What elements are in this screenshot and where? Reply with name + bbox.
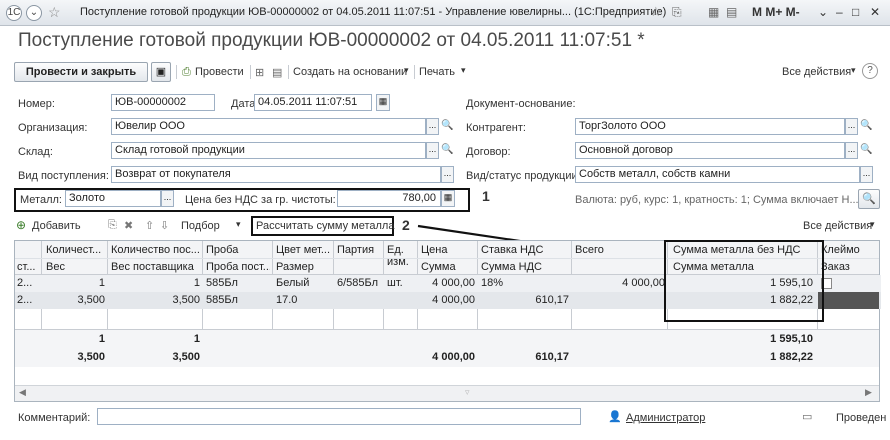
posted-icon: ▭ (802, 411, 813, 423)
cell-qty: 1 (98, 277, 105, 289)
scroll-right-icon[interactable]: ▶ (865, 387, 872, 398)
comment-field[interactable] (97, 408, 581, 425)
cell-weight-supplier: 3,500 (172, 294, 200, 306)
author-link[interactable]: Администратор (626, 412, 705, 424)
status-text: Проведен (836, 412, 887, 424)
highlight-box-3 (664, 240, 824, 322)
total-metal-sum: 1 882,22 (770, 351, 813, 363)
comment-label: Комментарий: (18, 412, 91, 424)
col-header[interactable]: Всего (575, 244, 665, 256)
col-header[interactable]: изм. (387, 256, 416, 268)
total-qty: 1 (98, 333, 105, 345)
col-header[interactable]: Сумма (421, 261, 476, 273)
cell-sum: 4 000,00 (432, 294, 475, 306)
cell-size: 17.0 (276, 294, 298, 306)
row-number: 2... (17, 277, 33, 289)
cell-qty-supplier: 1 (193, 277, 200, 289)
scroll-thumb-icon[interactable]: ▿ (465, 387, 470, 398)
horizontal-scrollbar[interactable]: ◀ ▿ ▶ (15, 385, 879, 401)
col-header[interactable]: ст... (17, 261, 39, 273)
cell-probe-supplier: 585Бл (206, 294, 238, 306)
total-sum: 4 000,00 (432, 351, 475, 363)
col-header[interactable]: Заказ (821, 261, 877, 273)
col-header[interactable]: Цвет мет... (276, 244, 332, 256)
col-header[interactable]: Сумма НДС (481, 261, 569, 273)
col-header[interactable]: Количество пос... (111, 244, 201, 256)
col-header[interactable]: Ед. (387, 244, 416, 256)
col-header[interactable]: Вес поставщика (111, 261, 201, 273)
cell-unit: шт. (387, 277, 403, 289)
total-weight-supplier: 3,500 (172, 351, 200, 363)
total-metal-sum-no-vat: 1 595,10 (770, 333, 813, 345)
col-header[interactable]: Количест... (46, 244, 106, 256)
order-cell[interactable] (818, 292, 879, 309)
col-header[interactable]: Проба пост... (206, 261, 270, 273)
cell-vat-rate: 18% (481, 277, 504, 289)
col-header[interactable]: Цена (421, 244, 476, 256)
cell-batch: 6/585Бл (337, 277, 379, 289)
col-header[interactable]: Клеймо (821, 244, 877, 256)
cell-total: 4 000,00 (622, 277, 665, 289)
col-header[interactable]: Размер (276, 261, 332, 273)
row-number: 2... (17, 294, 33, 306)
cell-vat-sum: 610,17 (535, 294, 569, 306)
col-header[interactable]: Ставка НДС (481, 244, 569, 256)
col-header[interactable]: Вес (46, 261, 106, 273)
total-vat: 610,17 (535, 351, 569, 363)
cell-color: Белый (276, 277, 310, 289)
total-qty-supplier: 1 (193, 333, 200, 345)
cell-weight: 3,500 (77, 294, 105, 306)
cell-probe: 585Бл (206, 277, 238, 289)
user-icon: 👤 (608, 411, 622, 423)
total-weight: 3,500 (77, 351, 105, 363)
col-header[interactable]: Партия (337, 244, 382, 256)
cell-price: 4 000,00 (432, 277, 475, 289)
col-header[interactable]: Проба (206, 244, 270, 256)
scroll-left-icon[interactable]: ◀ (19, 387, 26, 398)
